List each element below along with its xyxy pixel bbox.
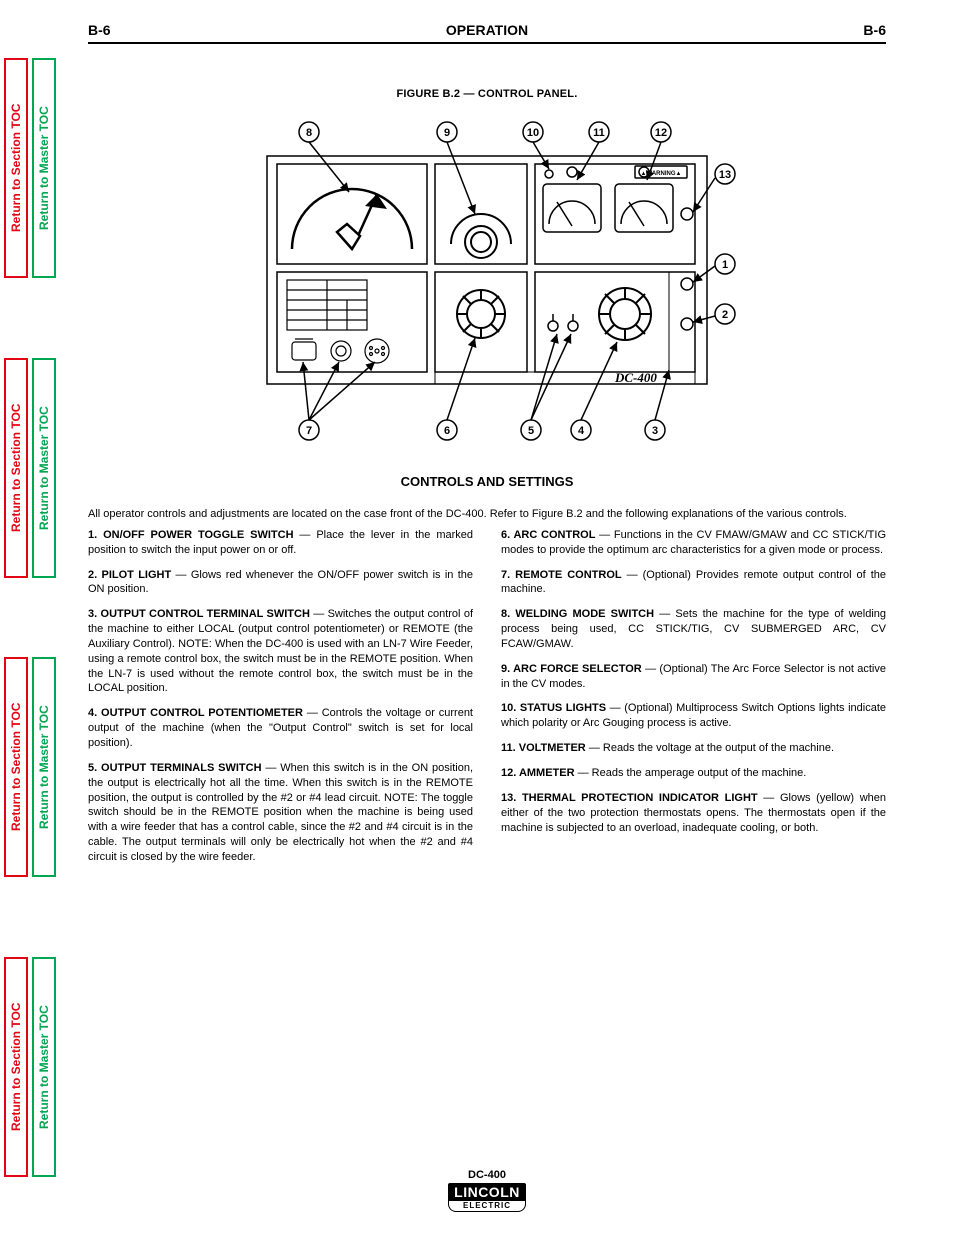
return-master-toc-tab[interactable]: Return to Master TOC: [32, 358, 56, 578]
control-item-7: 7. REMOTE CONTROL — (Optional) Provides …: [501, 568, 886, 598]
return-master-toc-tab[interactable]: Return to Master TOC: [32, 657, 56, 877]
control-item-8: 8. WELDING MODE SWITCH — Sets the machin…: [501, 607, 886, 652]
svg-text:3: 3: [652, 425, 658, 437]
header-title: OPERATION: [446, 22, 528, 38]
return-section-toc-tab[interactable]: Return to Section TOC: [4, 957, 28, 1177]
svg-text:4: 4: [578, 425, 585, 437]
master-tab-column: Return to Master TOC Return to Master TO…: [32, 0, 56, 1235]
header-left-code: B-6: [88, 22, 111, 38]
control-item-12: 12. AMMETER — Reads the amperage output …: [501, 766, 886, 781]
page-footer: DC-400 LINCOLN ELECTRIC: [88, 1169, 886, 1213]
svg-text:12: 12: [655, 127, 667, 139]
section-tab-column: Return to Section TOC Return to Section …: [4, 0, 28, 1235]
control-item-11: 11. VOLTMETER — Reads the voltage at the…: [501, 741, 886, 756]
return-section-toc-tab[interactable]: Return to Section TOC: [4, 358, 28, 578]
return-master-toc-tab[interactable]: Return to Master TOC: [32, 58, 56, 278]
controls-intro: All operator controls and adjustments ar…: [88, 507, 886, 522]
svg-text:9: 9: [444, 127, 450, 139]
control-item-5: 5. OUTPUT TERMINALS SWITCH — When this s…: [88, 761, 473, 865]
control-panel-diagram: ▲WARNING▲: [237, 114, 737, 454]
svg-text:2: 2: [722, 309, 728, 321]
controls-intro-text: All operator controls and adjustments ar…: [88, 507, 886, 522]
svg-text:8: 8: [306, 127, 312, 139]
figure-panel-wrap: ▲WARNING▲: [88, 114, 886, 454]
lincoln-logo: LINCOLN ELECTRIC: [448, 1183, 526, 1212]
header-right-code: B-6: [863, 22, 886, 38]
return-section-toc-tab[interactable]: Return to Section TOC: [4, 657, 28, 877]
control-item-4: 4. OUTPUT CONTROL POTENTIOMETER — Contro…: [88, 706, 473, 751]
header-divider: [88, 42, 886, 44]
svg-text:11: 11: [593, 127, 605, 139]
svg-text:1: 1: [722, 259, 728, 271]
control-item-2: 2. PILOT LIGHT — Glows red whenever the …: [88, 568, 473, 598]
control-item-13: 13. THERMAL PROTECTION INDICATOR LIGHT —…: [501, 791, 886, 836]
svg-text:7: 7: [306, 425, 312, 437]
svg-text:▲WARNING▲: ▲WARNING▲: [641, 171, 682, 177]
return-section-toc-tab[interactable]: Return to Section TOC: [4, 58, 28, 278]
svg-text:DC-400: DC-400: [614, 370, 657, 385]
svg-text:13: 13: [719, 169, 731, 181]
side-nav-tabs: Return to Section TOC Return to Section …: [4, 0, 56, 1235]
figure-caption: FIGURE B.2 — CONTROL PANEL.: [88, 88, 886, 100]
controls-list: 1. ON/OFF POWER TOGGLE SWITCH — Place th…: [88, 528, 886, 865]
control-item-6: 6. ARC CONTROL — Functions in the CV FMA…: [501, 528, 886, 558]
controls-heading: CONTROLS AND SETTINGS: [88, 474, 886, 489]
control-item-1: 1. ON/OFF POWER TOGGLE SWITCH — Place th…: [88, 528, 473, 558]
svg-text:10: 10: [527, 127, 539, 139]
control-item-3: 3. OUTPUT CONTROL TERMINAL SWITCH — Swit…: [88, 607, 473, 696]
control-item-10: 10. STATUS LIGHTS — (Optional) Multiproc…: [501, 701, 886, 731]
page-content: B-6 OPERATION B-6 FIGURE B.2 — CONTROL P…: [88, 22, 886, 1213]
page-header: B-6 OPERATION B-6: [88, 22, 886, 38]
svg-text:5: 5: [528, 425, 534, 437]
footer-model: DC-400: [88, 1169, 886, 1181]
svg-text:6: 6: [444, 425, 450, 437]
return-master-toc-tab[interactable]: Return to Master TOC: [32, 957, 56, 1177]
logo-bottom-text: ELECTRIC: [448, 1201, 526, 1212]
logo-top-text: LINCOLN: [448, 1183, 526, 1201]
control-item-9: 9. ARC FORCE SELECTOR — (Optional) The A…: [501, 662, 886, 692]
